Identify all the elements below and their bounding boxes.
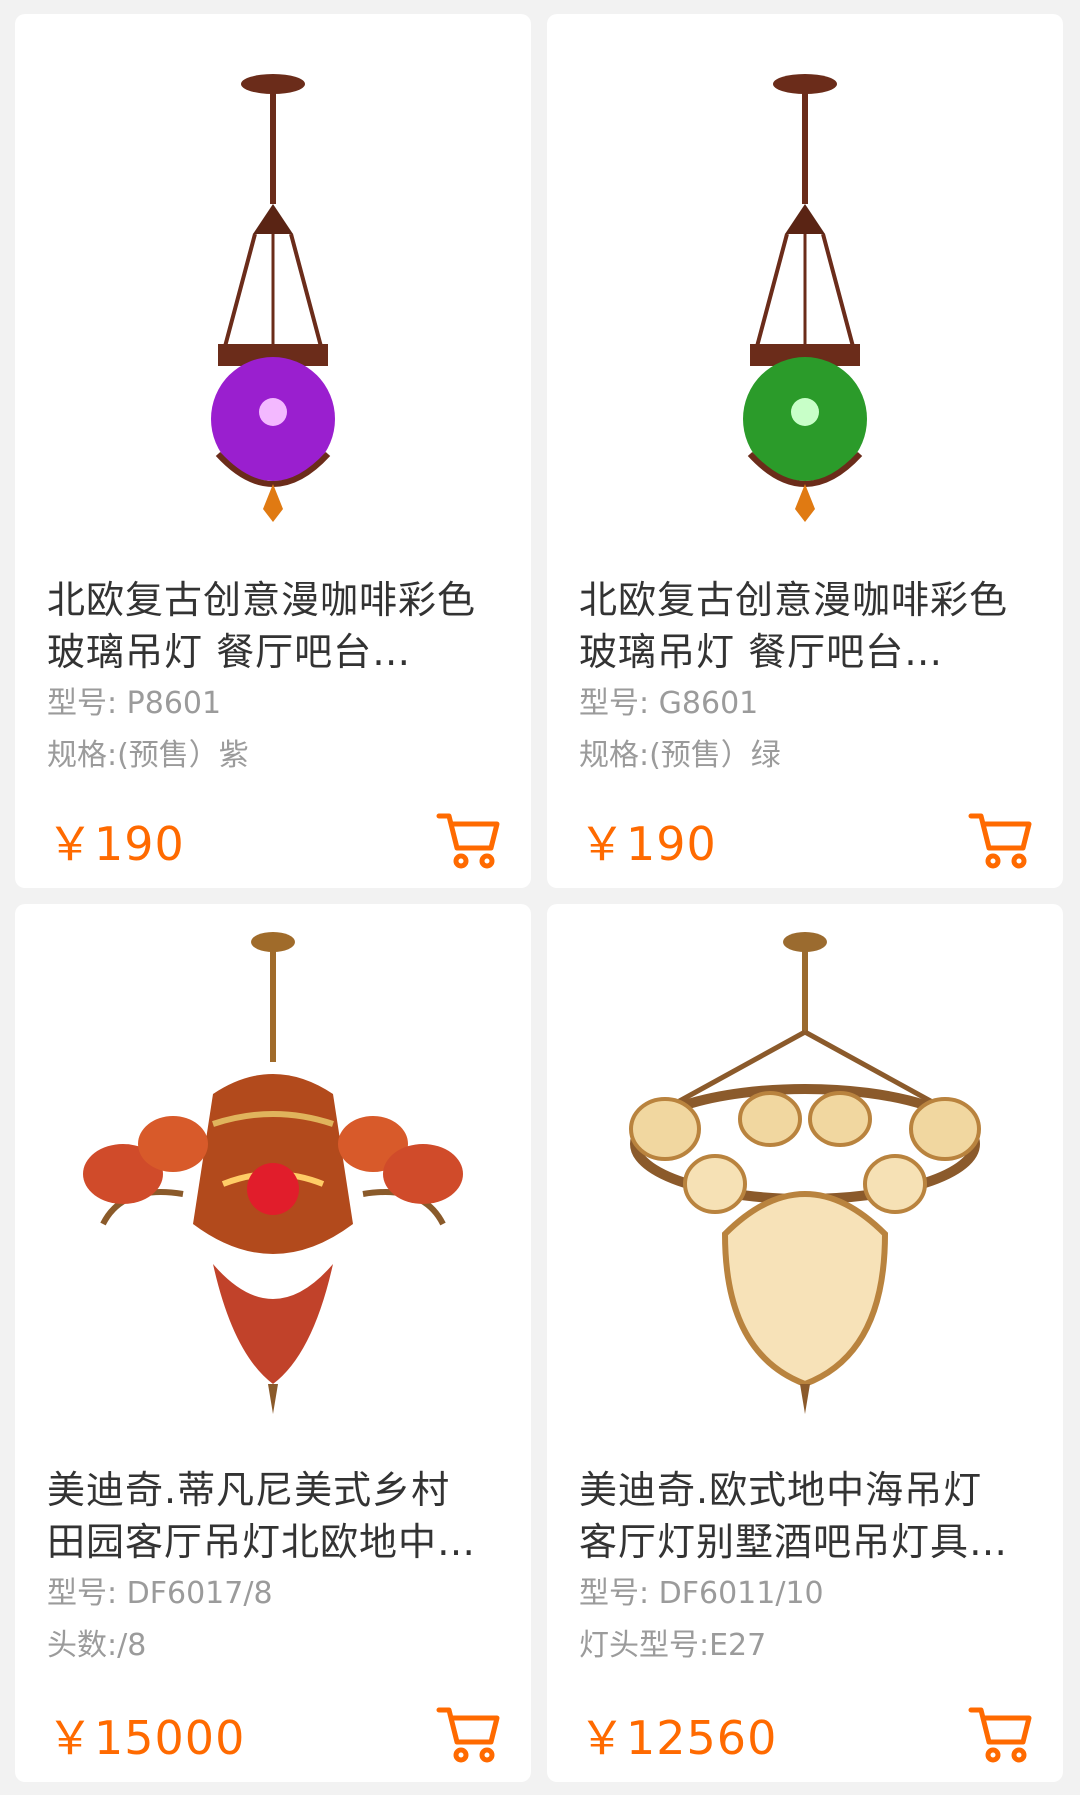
chandelier-image: [629, 932, 981, 1414]
product-spec: 灯头型号:E27: [579, 1628, 767, 1663]
product-card[interactable]: 北欧复古创意漫咖啡彩色玻璃吊灯 餐厅吧台… 型号: G8601 规格:(预售）绿…: [547, 14, 1063, 888]
product-model: 型号: G8601: [579, 686, 759, 721]
product-card[interactable]: 北欧复古创意漫咖啡彩色玻璃吊灯 餐厅吧台… 型号: P8601 规格:(预售）紫…: [15, 14, 531, 888]
pendant-lamp-image: [743, 74, 867, 522]
product-price: ￥190: [579, 817, 717, 871]
product-model: 型号: DF6017/8: [47, 1576, 273, 1611]
product-title[interactable]: 北欧复古创意漫咖啡彩色玻璃吊灯 餐厅吧台…: [47, 574, 487, 678]
product-title[interactable]: 北欧复古创意漫咖啡彩色玻璃吊灯 餐厅吧台…: [579, 574, 1019, 678]
product-image[interactable]: [15, 14, 531, 554]
chandelier-image: [83, 932, 463, 1414]
shopping-cart-icon[interactable]: [965, 1698, 1035, 1768]
product-card[interactable]: 美迪奇.蒂凡尼美式乡村田园客厅吊灯北欧地中… 型号: DF6017/8 头数:/…: [15, 904, 531, 1782]
shopping-cart-icon[interactable]: [965, 804, 1035, 874]
product-image[interactable]: [547, 904, 1063, 1444]
product-title[interactable]: 美迪奇.蒂凡尼美式乡村田园客厅吊灯北欧地中…: [47, 1464, 487, 1568]
product-price: ￥12560: [579, 1711, 778, 1765]
product-price: ￥15000: [47, 1711, 246, 1765]
product-spec: 规格:(预售）紫: [47, 738, 249, 773]
shopping-cart-icon[interactable]: [433, 804, 503, 874]
product-image[interactable]: [547, 14, 1063, 554]
product-model: 型号: P8601: [47, 686, 222, 721]
product-model: 型号: DF6011/10: [579, 1576, 824, 1611]
shopping-cart-icon[interactable]: [433, 1698, 503, 1768]
product-price: ￥190: [47, 817, 185, 871]
product-grid: 北欧复古创意漫咖啡彩色玻璃吊灯 餐厅吧台… 型号: P8601 规格:(预售）紫…: [0, 0, 1080, 1795]
product-spec: 规格:(预售）绿: [579, 738, 781, 773]
pendant-lamp-image: [211, 74, 335, 522]
product-spec: 头数:/8: [47, 1628, 147, 1663]
product-image[interactable]: [15, 904, 531, 1444]
product-title[interactable]: 美迪奇.欧式地中海吊灯客厅灯别墅酒吧吊灯具…: [579, 1464, 1019, 1568]
product-card[interactable]: 美迪奇.欧式地中海吊灯客厅灯别墅酒吧吊灯具… 型号: DF6011/10 灯头型…: [547, 904, 1063, 1782]
